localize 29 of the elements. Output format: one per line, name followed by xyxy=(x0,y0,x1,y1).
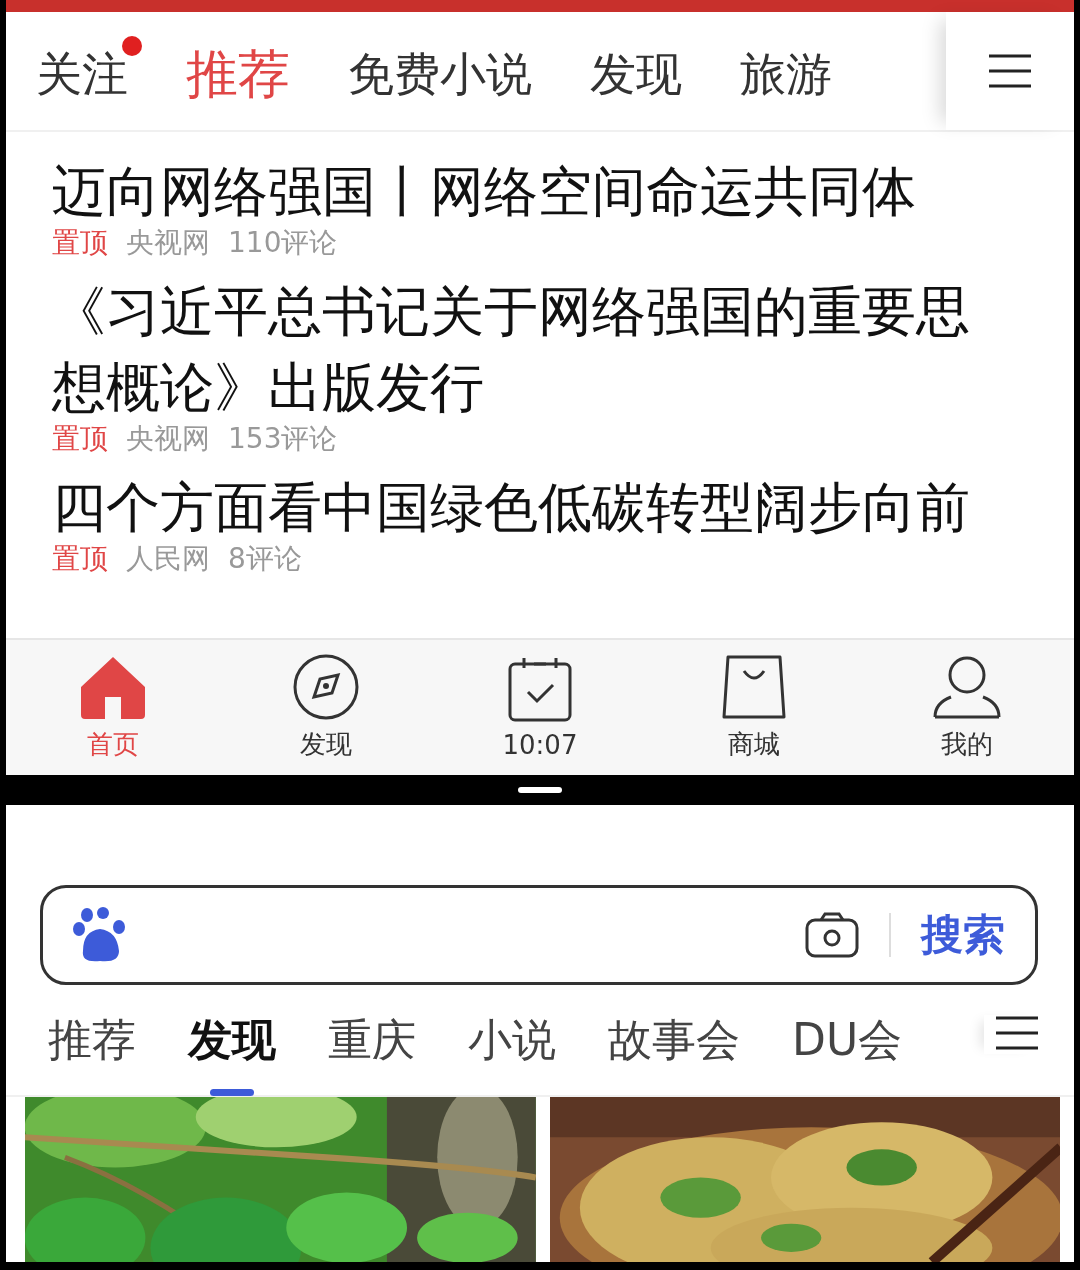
nav-item[interactable]: 10:07 xyxy=(465,655,615,760)
split-handle[interactable] xyxy=(518,787,562,793)
feed-tab[interactable]: DU会 xyxy=(792,1010,903,1070)
search-field[interactable]: 搜索 xyxy=(40,885,1038,985)
category-tab[interactable]: 旅游 xyxy=(740,36,846,106)
nav-label: 我的 xyxy=(941,728,994,761)
nav-item[interactable]: 我的 xyxy=(892,653,1043,762)
tab-indicator xyxy=(210,1088,254,1096)
menu-icon xyxy=(987,53,1033,89)
paw-logo-icon xyxy=(73,907,127,963)
nav-label: 首页 xyxy=(86,728,139,761)
feed-tab[interactable]: 小说 xyxy=(468,1010,556,1070)
feed-tab[interactable]: 重庆 xyxy=(328,1010,416,1070)
feed-tab[interactable]: 推荐 xyxy=(48,1010,136,1070)
category-tab[interactable]: 免费小说 xyxy=(348,36,546,106)
menu-icon xyxy=(994,1015,1040,1051)
nav-label: 10:07 xyxy=(502,729,578,760)
nav-item[interactable]: 发现 xyxy=(251,653,402,762)
category-tab[interactable]: 关注 xyxy=(36,36,142,106)
nav-label: 商城 xyxy=(727,728,780,761)
nav-item[interactable]: 首页 xyxy=(37,653,188,762)
feed-tab[interactable]: 发现 xyxy=(188,1010,276,1070)
category-tab[interactable]: 发现 xyxy=(590,36,696,106)
nav-label: 发现 xyxy=(300,728,353,761)
camera-icon[interactable] xyxy=(805,912,859,958)
feed-tab[interactable]: 故事会 xyxy=(608,1010,740,1070)
search-button[interactable]: 搜索 xyxy=(921,907,1005,963)
nav-item[interactable]: 商城 xyxy=(678,653,829,762)
category-tab[interactable]: 推荐 xyxy=(186,32,304,110)
